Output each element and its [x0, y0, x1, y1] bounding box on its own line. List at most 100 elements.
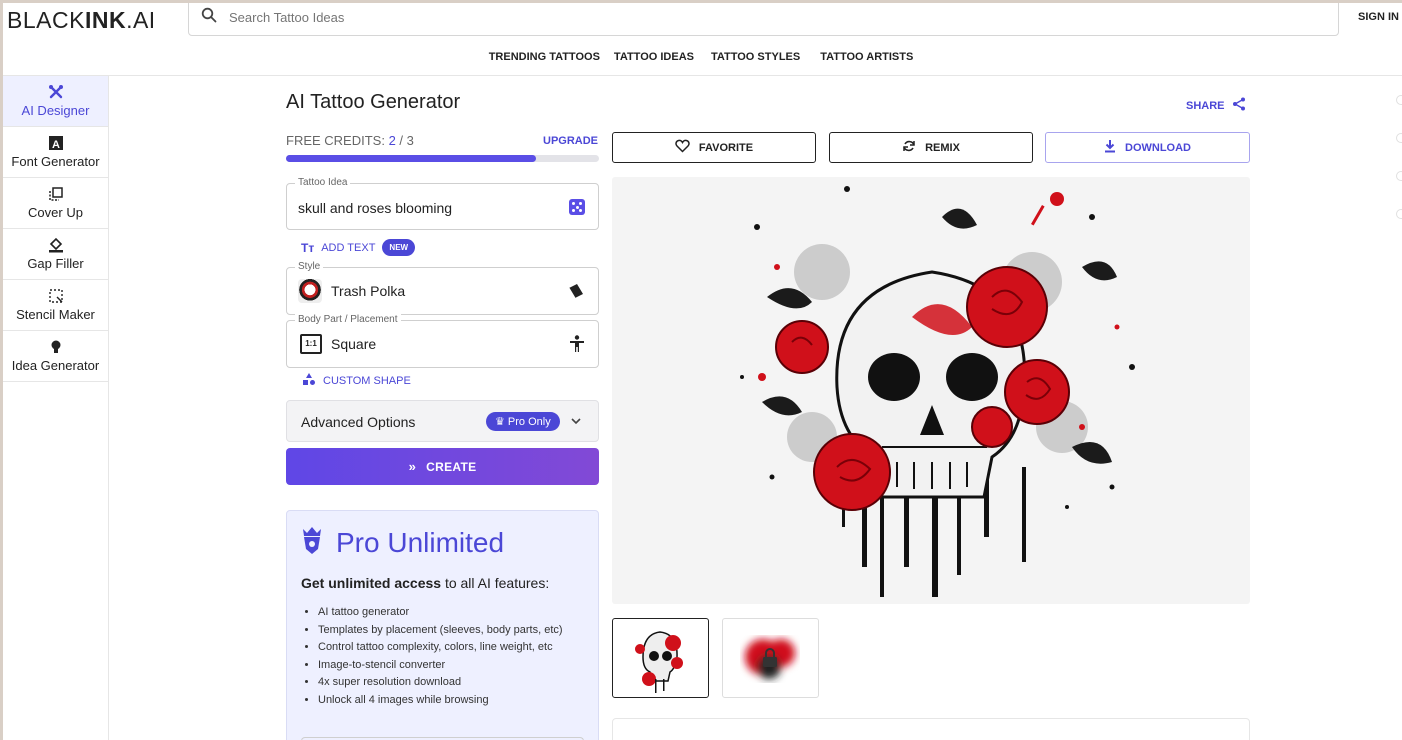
share-button[interactable]: SHARE [1186, 97, 1246, 114]
font-icon: A [48, 135, 64, 154]
list-item: 4x super resolution download [318, 674, 590, 692]
sidebar-item-label: AI Designer [21, 103, 90, 118]
list-item: Templates by placement (sleeves, body pa… [318, 622, 590, 640]
free-credits: FREE CREDITS: 2 / 3 [286, 133, 414, 148]
sidebar-item-font-generator[interactable]: A Font Generator [3, 127, 108, 178]
favorite-label: FAVORITE [698, 141, 754, 154]
heart-icon [675, 139, 699, 156]
upgrade-link[interactable]: UPGRADE [543, 135, 598, 147]
style-label: Style [295, 261, 324, 272]
list-item: Unlock all 4 images while browsing [318, 692, 590, 710]
credits-progress-fill [286, 155, 537, 162]
header-divider [3, 75, 1402, 76]
sidebar-item-label: Stencil Maker [16, 307, 95, 322]
nav-tattoo-ideas[interactable]: TATTOO IDEAS [607, 51, 701, 63]
edge-control[interactable] [1396, 95, 1402, 105]
page-title: AI Tattoo Generator [286, 91, 461, 113]
thumbnail-artwork [635, 631, 683, 693]
generated-tattoo-image[interactable] [612, 177, 1250, 604]
sidebar-item-label: Gap Filler [27, 256, 84, 271]
search-bar[interactable] [188, 3, 1339, 36]
create-button[interactable]: » CREATE [286, 448, 599, 485]
sidebar-item-stencil-maker[interactable]: Stencil Maker [3, 280, 108, 331]
tattoo-idea-label: Tattoo Idea [295, 177, 351, 188]
pro-title: Pro Unlimited [336, 526, 505, 558]
crown-badge-icon [301, 525, 323, 560]
aspect-ratio-icon: 1:1 [300, 334, 322, 354]
nav-tattoo-styles[interactable]: TATTOO STYLES [701, 51, 810, 63]
body-figure-icon[interactable] [569, 335, 585, 358]
double-chevron-icon: » [408, 459, 417, 474]
list-item: Control tattoo complexity, colors, line … [318, 639, 590, 657]
sidebar-item-label: Idea Generator [11, 358, 100, 373]
sidebar-item-gap-filler[interactable]: Gap Filler [3, 229, 108, 280]
logo[interactable]: BLACKINK.AI [7, 7, 156, 34]
edge-control[interactable] [1396, 209, 1402, 219]
right-edge-controls [1396, 95, 1402, 247]
stencil-icon [48, 288, 64, 307]
lightbulb-icon [48, 339, 64, 358]
style-value: Trash Polka [331, 283, 406, 299]
page: BLACKINK.AI SIGN IN TRENDING TATTOOS TAT… [3, 3, 1402, 740]
sidebar-item-label: Cover Up [28, 205, 83, 220]
advanced-options-label: Advanced Options [301, 414, 416, 430]
add-text-button[interactable]: Tт ADD TEXT NEW [301, 239, 416, 256]
tattoo-idea-input[interactable]: skull and roses blooming [298, 200, 452, 216]
placement-value: Square [331, 336, 377, 352]
share-icon [1225, 97, 1246, 114]
remix-label: REMIX [925, 141, 960, 154]
new-badge: NEW [382, 239, 416, 256]
pro-only-badge: ♛ Pro Only [486, 412, 560, 431]
download-label: DOWNLOAD [1125, 141, 1191, 154]
edge-control[interactable] [1396, 133, 1402, 143]
shapes-icon [303, 373, 315, 388]
sidebar-item-cover-up[interactable]: Cover Up [3, 178, 108, 229]
sign-in-link[interactable]: SIGN IN [1358, 11, 1399, 23]
search-input[interactable] [229, 10, 829, 25]
list-item: Image-to-stencil converter [318, 657, 590, 675]
placement-label: Body Part / Placement [295, 314, 401, 325]
sidebar: AI Designer A Font Generator Cover Up Ga… [3, 76, 109, 740]
pro-features-list: AI tattoo generator Templates by placeme… [318, 604, 590, 709]
remix-button[interactable]: REMIX [829, 132, 1033, 163]
pro-subtitle: Get unlimited access to all AI features: [301, 575, 550, 591]
ai-designer-icon [48, 84, 64, 103]
result-thumbnail-2-locked[interactable] [722, 618, 819, 698]
list-item: AI tattoo generator [318, 604, 590, 622]
bottom-card [612, 718, 1250, 740]
sidebar-item-label: Font Generator [11, 154, 100, 169]
credits-progress-bar [286, 155, 599, 162]
favorite-button[interactable]: FAVORITE [612, 132, 816, 163]
add-text-label: ADD TEXT [321, 241, 376, 254]
paint-bucket-icon [48, 237, 64, 256]
chevron-down-icon [570, 414, 582, 432]
pro-unlimited-card: Pro Unlimited Get unlimited access to al… [286, 510, 599, 740]
custom-shape-button[interactable]: CUSTOM SHAPE [303, 373, 411, 388]
sidebar-item-idea-generator[interactable]: Idea Generator [3, 331, 108, 382]
download-icon [1104, 139, 1125, 156]
dice-icon[interactable] [569, 199, 585, 215]
remix-icon [902, 139, 925, 156]
share-label: SHARE [1186, 99, 1225, 112]
create-label: CREATE [426, 459, 477, 474]
style-field[interactable]: Style Trash Polka [286, 261, 599, 315]
nav-tattoo-artists[interactable]: TATTOO ARTISTS [810, 51, 923, 63]
placement-field[interactable]: Body Part / Placement 1:1 Square [286, 314, 599, 368]
nav-trending-tattoos[interactable]: TRENDING TATTOOS [482, 51, 607, 63]
svg-text:A: A [52, 139, 60, 151]
text-format-icon: Tт [301, 240, 315, 255]
cover-up-icon [48, 186, 64, 205]
style-swatch-icon[interactable] [567, 282, 585, 305]
edge-control[interactable] [1396, 171, 1402, 181]
style-thumbnail [298, 279, 322, 303]
tattoo-idea-field[interactable]: Tattoo Idea skull and roses blooming [286, 177, 599, 230]
skull-roses-artwork [740, 186, 1135, 597]
crown-icon: ♛ [495, 416, 508, 428]
top-nav: TRENDING TATTOOS TATTOO IDEAS TATTOO STY… [3, 51, 1402, 63]
download-button[interactable]: DOWNLOAD [1045, 132, 1250, 163]
search-icon [201, 7, 217, 28]
sidebar-item-ai-designer[interactable]: AI Designer [3, 76, 108, 127]
result-thumbnail-1[interactable] [612, 618, 709, 698]
blurred-thumbnail [745, 639, 795, 679]
advanced-options-toggle[interactable]: Advanced Options ♛ Pro Only [286, 400, 599, 442]
